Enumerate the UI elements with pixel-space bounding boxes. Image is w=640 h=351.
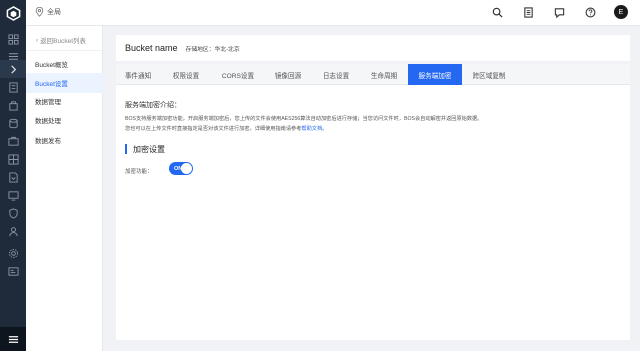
grid-icon[interactable] — [0, 150, 26, 168]
bucket-sidebar: ‹ 返回Bucket列表 Bucket概览 Bucket设置 数据管理 数据处理… — [26, 26, 103, 351]
orders-icon[interactable] — [521, 5, 535, 19]
sidebar-item-data-management[interactable]: 数据管理 — [26, 91, 103, 111]
user-group-icon[interactable] — [0, 222, 26, 240]
settings-tabs: 事件通知 权限设置 CORS设置 镜像回源 日志设置 生命周期 服务端加密 跨区… — [116, 64, 630, 85]
storage-region: 存储地区：华北-北京 — [185, 46, 240, 53]
tab-cors-settings[interactable]: CORS设置 — [212, 64, 264, 85]
encryption-toggle[interactable]: ON — [169, 162, 193, 175]
chevron-left-icon: ‹ — [36, 36, 39, 44]
bucket-header: Bucket name 存储地区：华北-北京 — [116, 35, 630, 61]
sidebar-item-bucket-settings[interactable]: Bucket设置 — [26, 73, 103, 93]
location-pin-icon — [35, 7, 44, 17]
message-icon[interactable] — [552, 5, 566, 19]
database-icon[interactable] — [0, 114, 26, 132]
cloud-logo-icon[interactable] — [0, 0, 26, 26]
divider — [26, 50, 102, 51]
encryption-intro-text: BOS支持服务端加密功能，开启服务端加密后，您上传的文件会使用AES256算法自… — [125, 115, 595, 134]
intro-line-2-text: 您也可以在上传文件时直接指定是否对该文件进行加密，详细使用指南请参考 — [125, 125, 302, 132]
briefcase-icon[interactable] — [0, 132, 26, 150]
settings-gear-icon[interactable] — [0, 244, 26, 262]
monitor-icon[interactable] — [0, 186, 26, 204]
help-icon[interactable] — [583, 5, 597, 19]
encryption-toggle-label: 加密功能： — [125, 169, 153, 175]
id-card-icon[interactable] — [0, 262, 26, 280]
bag-icon[interactable] — [0, 96, 26, 114]
user-avatar[interactable]: E — [614, 5, 628, 19]
expand-chevron-icon[interactable] — [0, 60, 26, 78]
tab-permission-settings[interactable]: 权限设置 — [160, 64, 212, 85]
tab-event-notification[interactable]: 事件通知 — [116, 64, 160, 85]
storage-icon[interactable] — [0, 78, 26, 96]
region-selector[interactable]: 全局 — [35, 7, 61, 17]
intro-line-2-end: 。 — [322, 125, 328, 132]
sidebar-item-bucket-overview[interactable]: Bucket概览 — [26, 54, 103, 74]
search-icon[interactable] — [490, 5, 504, 19]
settings-panel: 事件通知 权限设置 CORS设置 镜像回源 日志设置 生命周期 服务端加密 跨区… — [116, 64, 630, 340]
toggle-knob — [181, 163, 192, 174]
back-label: 返回Bucket列表 — [40, 38, 87, 45]
top-bar: 全局 E — [26, 0, 640, 26]
intro-line-1: BOS支持服务端加密功能，开启服务端加密后，您上传的文件会使用AES256算法自… — [125, 116, 483, 122]
region-label: 全局 — [47, 9, 61, 16]
intro-line-2: 您也可以在上传文件时直接指定是否对该文件进行加密，详细使用指南请参考帮助文档。 — [125, 125, 595, 135]
shield-icon[interactable] — [0, 204, 26, 222]
bucket-name: Bucket name — [125, 43, 178, 53]
document-icon[interactable] — [0, 168, 26, 186]
back-to-bucket-list-link[interactable]: ‹ 返回Bucket列表 — [36, 35, 87, 46]
menu-toggle-icon[interactable] — [0, 327, 26, 351]
sidebar-item-data-publishing[interactable]: 数据发布 — [26, 130, 103, 150]
tab-log-settings[interactable]: 日志设置 — [312, 64, 360, 85]
sidebar-item-data-processing[interactable]: 数据处理 — [26, 110, 103, 130]
tab-cross-region-replication[interactable]: 跨区域复制 — [462, 64, 516, 85]
help-docs-link[interactable]: 帮助文档 — [301, 126, 322, 132]
nav-rail — [0, 0, 26, 351]
tab-server-side-encryption[interactable]: 服务端加密 — [408, 64, 462, 85]
encryption-settings-title: 加密设置 — [125, 144, 165, 154]
tab-mirror-origin[interactable]: 镜像回源 — [264, 64, 312, 85]
tab-lifecycle[interactable]: 生命周期 — [360, 64, 408, 85]
top-actions: E — [490, 5, 628, 19]
dashboard-icon[interactable] — [0, 30, 26, 48]
encryption-intro-title: 服务端加密介绍： — [125, 102, 181, 109]
